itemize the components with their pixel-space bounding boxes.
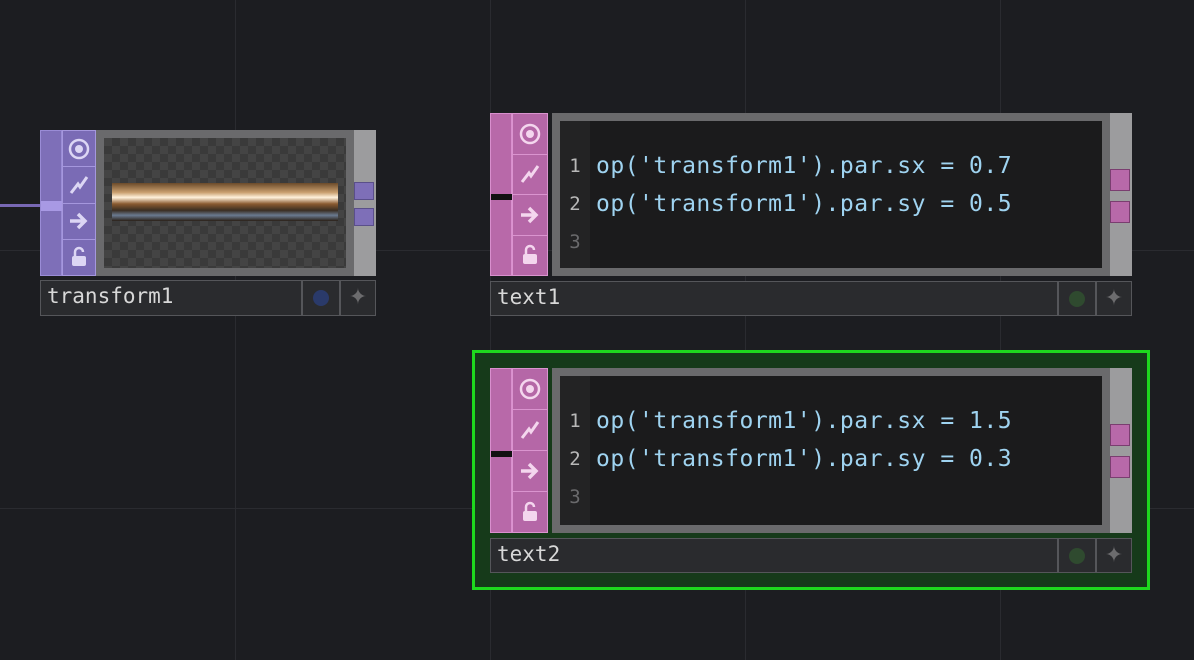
input-connector[interactable] — [491, 451, 512, 457]
bypass-toggle-button[interactable] — [63, 167, 95, 204]
transform1-node[interactable]: transform1 ✦ — [40, 130, 376, 316]
code-line: op('transform1').par.sx = 1.5 — [596, 408, 1013, 434]
bypass-icon — [69, 176, 89, 194]
transform1-viewer[interactable] — [96, 130, 354, 276]
viewer-toggle-button[interactable] — [63, 131, 95, 168]
cook-toggle-button[interactable] — [513, 451, 547, 492]
line-number: 4 — [560, 267, 590, 275]
line-number: 4 — [560, 522, 590, 532]
grid-line — [235, 0, 236, 660]
code-line: op('transform1').par.sy = 0.3 — [596, 446, 1013, 472]
text2-node[interactable]: 1 2 3 4 op('transform1').par.sx = 1.5 op… — [490, 368, 1132, 573]
output-connector[interactable] — [1110, 424, 1130, 446]
code-line: op('transform1').par.sy = 0.5 — [596, 191, 1013, 217]
input-wire[interactable] — [0, 204, 40, 207]
viewer-toggle-button[interactable] — [513, 114, 547, 155]
arrow-right-icon — [521, 206, 539, 223]
code-line: op('transform1').par.sx = 0.7 — [596, 153, 1013, 179]
output-connector[interactable] — [1110, 201, 1130, 223]
lock-toggle-button[interactable] — [513, 492, 547, 532]
viewer-icon — [519, 378, 541, 400]
add-operator-button[interactable]: ✦ — [1096, 538, 1132, 573]
display-flag-icon — [313, 290, 329, 306]
node-name-label[interactable]: text2 — [490, 538, 1058, 573]
display-flag-button[interactable] — [1058, 281, 1096, 316]
line-number: 1 — [569, 155, 581, 177]
arrow-right-icon — [521, 462, 539, 480]
output-connector[interactable] — [1110, 169, 1130, 191]
add-operator-button[interactable]: ✦ — [340, 280, 376, 316]
viewer-icon — [519, 123, 541, 144]
node-name-label[interactable]: text1 — [490, 281, 1058, 316]
line-number: 3 — [569, 486, 581, 508]
text1-icon-strip — [512, 113, 548, 276]
lock-icon — [523, 245, 537, 265]
output-connector[interactable] — [354, 208, 374, 226]
output-connector[interactable] — [354, 182, 374, 200]
input-connector[interactable] — [41, 201, 62, 211]
lock-icon — [523, 501, 537, 521]
text2-code-viewer[interactable]: 1 2 3 4 op('transform1').par.sx = 1.5 op… — [552, 368, 1110, 533]
arrow-right-icon — [70, 212, 88, 230]
text2-right-strip — [1110, 368, 1132, 533]
display-flag-button[interactable] — [302, 280, 340, 316]
transform1-right-strip — [354, 130, 376, 276]
lock-toggle-button[interactable] — [513, 236, 547, 276]
transform1-icon-strip — [62, 130, 96, 276]
plus-icon: ✦ — [1104, 542, 1124, 568]
line-number: 1 — [569, 410, 581, 432]
cook-toggle-button[interactable] — [513, 195, 547, 236]
viewer-toggle-button[interactable] — [513, 369, 547, 410]
line-number: 2 — [569, 448, 581, 470]
text1-left-strip — [490, 113, 512, 276]
display-flag-button[interactable] — [1058, 538, 1096, 573]
display-flag-icon — [1069, 547, 1085, 564]
image-preview — [112, 183, 338, 221]
display-flag-icon — [1069, 290, 1085, 307]
bypass-icon — [520, 165, 540, 184]
add-operator-button[interactable]: ✦ — [1096, 281, 1132, 316]
line-number: 2 — [569, 193, 581, 215]
viewer-icon — [68, 138, 90, 159]
bypass-toggle-button[interactable] — [513, 410, 547, 451]
lock-icon — [72, 247, 86, 267]
output-connector[interactable] — [1110, 456, 1130, 478]
cook-toggle-button[interactable] — [63, 204, 95, 240]
text1-right-strip — [1110, 113, 1132, 276]
text1-node[interactable]: 1 2 3 4 op('transform1').par.sx = 0.7 op… — [490, 113, 1132, 316]
bypass-toggle-button[interactable] — [513, 155, 547, 195]
plus-icon: ✦ — [348, 285, 368, 310]
node-name-label[interactable]: transform1 — [40, 280, 302, 316]
plus-icon: ✦ — [1104, 285, 1124, 311]
text2-icon-strip — [512, 368, 548, 533]
input-connector[interactable] — [491, 194, 512, 200]
text1-code-viewer[interactable]: 1 2 3 4 op('transform1').par.sx = 0.7 op… — [552, 113, 1110, 276]
line-number: 3 — [569, 231, 581, 253]
transform1-left-strip — [40, 130, 62, 276]
text2-left-strip — [490, 368, 512, 533]
lock-toggle-button[interactable] — [63, 240, 95, 275]
bypass-icon — [520, 421, 540, 439]
